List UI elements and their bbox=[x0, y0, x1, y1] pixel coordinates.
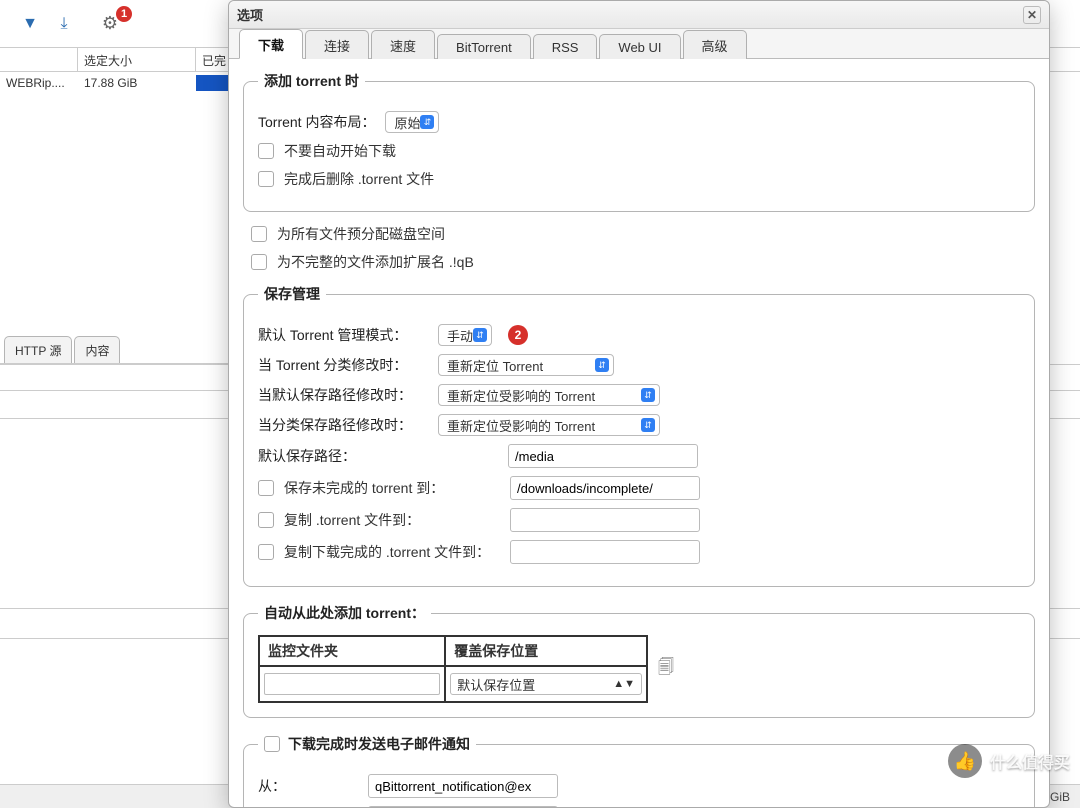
chevron-updown-icon: ⇵ bbox=[473, 328, 487, 342]
copy-finished-torrent-label: 复制下载完成的 .torrent 文件到： bbox=[284, 542, 500, 562]
tab-connection[interactable]: 连接 bbox=[305, 30, 369, 59]
dont-autostart-label: 不要自动开始下载 bbox=[284, 141, 396, 161]
annotation-badge-2: 2 bbox=[508, 325, 528, 345]
preallocate-label: 为所有文件预分配磁盘空间 bbox=[277, 224, 445, 244]
copy-finished-torrent-input[interactable] bbox=[510, 540, 700, 564]
keep-incomplete-input[interactable] bbox=[510, 476, 700, 500]
dont-autostart-checkbox[interactable] bbox=[258, 143, 274, 159]
tab-bittorrent[interactable]: BitTorrent bbox=[437, 34, 531, 59]
when-category-change-select[interactable]: 重新定位 Torrent ⇵ bbox=[438, 354, 614, 376]
chevron-down-icon[interactable]: ▼ bbox=[16, 10, 44, 38]
col-monitor-folder: 监控文件夹 bbox=[259, 636, 445, 666]
group-email-notify: 下载完成时发送电子邮件通知 从： 到： SMTP 服务器： bbox=[243, 734, 1035, 807]
email-from-label: 从： bbox=[258, 776, 358, 796]
preallocate-checkbox[interactable] bbox=[251, 226, 267, 242]
keep-incomplete-checkbox[interactable] bbox=[258, 480, 274, 496]
chevron-bar-down-icon[interactable]: ⤓ bbox=[50, 10, 78, 38]
copy-torrent-checkbox[interactable] bbox=[258, 512, 274, 528]
content-layout-select[interactable]: 原始 ⇵ bbox=[385, 111, 439, 133]
add-row-icon[interactable]: 🗐 bbox=[658, 656, 674, 683]
tab-speed[interactable]: 速度 bbox=[371, 30, 435, 59]
chevron-updown-icon: ▲▼ bbox=[613, 678, 635, 690]
copy-finished-torrent-checkbox[interactable] bbox=[258, 544, 274, 560]
watermark-text: 什么值得买 bbox=[990, 749, 1070, 773]
email-notify-checkbox[interactable] bbox=[264, 736, 280, 752]
when-category-path-change-select[interactable]: 重新定位受影响的 Torrent ⇵ bbox=[438, 414, 660, 436]
monitor-folder-input[interactable] bbox=[264, 673, 440, 695]
append-qb-ext-label: 为不完整的文件添加扩展名 .!qB bbox=[277, 252, 474, 272]
group-auto-add: 自动从此处添加 torrent： 监控文件夹 覆盖保存位置 默认保存位置 ▲▼ bbox=[243, 603, 1035, 718]
tab-rss[interactable]: RSS bbox=[533, 34, 598, 59]
auto-add-table: 监控文件夹 覆盖保存位置 默认保存位置 ▲▼ bbox=[258, 635, 648, 703]
dialog-titlebar: 选项 ✕ bbox=[229, 1, 1049, 29]
legend-save-mgmt: 保存管理 bbox=[258, 284, 326, 304]
content-layout-label: Torrent 内容布局： bbox=[258, 112, 375, 132]
chevron-updown-icon: ⇵ bbox=[595, 358, 609, 372]
when-category-path-change-label: 当分类保存路径修改时： bbox=[258, 415, 428, 435]
email-to-input[interactable] bbox=[368, 806, 558, 807]
delete-torrent-checkbox[interactable] bbox=[258, 171, 274, 187]
when-default-path-change-label: 当默认保存路径修改时： bbox=[258, 385, 428, 405]
chevron-updown-icon: ⇵ bbox=[641, 388, 655, 402]
legend-auto-add: 自动从此处添加 torrent： bbox=[258, 603, 431, 623]
legend-email-notify: 下载完成时发送电子邮件通知 bbox=[288, 734, 470, 754]
when-default-path-change-select[interactable]: 重新定位受影响的 Torrent ⇵ bbox=[438, 384, 660, 406]
settings-badge: 1 bbox=[116, 6, 132, 22]
options-dialog: 选项 ✕ 下载 连接 速度 BitTorrent RSS Web UI 高级 添… bbox=[228, 0, 1050, 808]
dialog-tabs: 下载 连接 速度 BitTorrent RSS Web UI 高级 bbox=[229, 29, 1049, 59]
chevron-updown-icon: ⇵ bbox=[420, 115, 434, 129]
close-icon: ✕ bbox=[1027, 8, 1037, 22]
torrent-size: 17.88 GiB bbox=[78, 72, 196, 96]
col-override-path: 覆盖保存位置 bbox=[445, 636, 647, 666]
group-add-torrent: 添加 torrent 时 Torrent 内容布局： 原始 ⇵ 不要自动开始下载… bbox=[243, 71, 1035, 212]
append-qb-ext-checkbox[interactable] bbox=[251, 254, 267, 270]
thumbs-up-icon: 👍 bbox=[948, 744, 982, 778]
torrent-name: WEBRip.... bbox=[0, 72, 78, 96]
legend-add-torrent: 添加 torrent 时 bbox=[258, 71, 365, 91]
col-name[interactable] bbox=[0, 48, 78, 71]
keep-incomplete-label: 保存未完成的 torrent 到： bbox=[284, 478, 500, 498]
delete-torrent-label: 完成后删除 .torrent 文件 bbox=[284, 169, 434, 189]
dialog-body: 添加 torrent 时 Torrent 内容布局： 原始 ⇵ 不要自动开始下载… bbox=[229, 59, 1049, 807]
detail-tabs: HTTP 源 内容 bbox=[0, 336, 230, 364]
close-button[interactable]: ✕ bbox=[1023, 6, 1041, 24]
default-save-path-input[interactable] bbox=[508, 444, 698, 468]
copy-torrent-label: 复制 .torrent 文件到： bbox=[284, 510, 500, 530]
watermark: 👍 什么值得买 bbox=[948, 744, 1070, 778]
default-mode-select[interactable]: 手动 ⇵ bbox=[438, 324, 492, 346]
tab-http-source[interactable]: HTTP 源 bbox=[4, 336, 72, 363]
copy-torrent-input[interactable] bbox=[510, 508, 700, 532]
tab-webui[interactable]: Web UI bbox=[599, 34, 680, 59]
group-save-management: 保存管理 默认 Torrent 管理模式： 手动 ⇵ 2 当 Torrent 分… bbox=[243, 284, 1035, 587]
col-selected-size[interactable]: 选定大小 bbox=[78, 48, 196, 71]
settings-button[interactable]: ⚙ 1 bbox=[96, 10, 124, 38]
default-save-path-label: 默认保存路径： bbox=[258, 446, 498, 466]
email-from-input[interactable] bbox=[368, 774, 558, 798]
chevron-updown-icon: ⇵ bbox=[641, 418, 655, 432]
when-category-change-label: 当 Torrent 分类修改时： bbox=[258, 355, 428, 375]
tab-download[interactable]: 下载 bbox=[239, 29, 303, 59]
tab-content[interactable]: 内容 bbox=[74, 336, 120, 363]
tab-advanced[interactable]: 高级 bbox=[683, 30, 747, 59]
override-path-select[interactable]: 默认保存位置 ▲▼ bbox=[450, 673, 642, 695]
default-mode-label: 默认 Torrent 管理模式： bbox=[258, 325, 428, 345]
dialog-title: 选项 bbox=[237, 5, 263, 24]
